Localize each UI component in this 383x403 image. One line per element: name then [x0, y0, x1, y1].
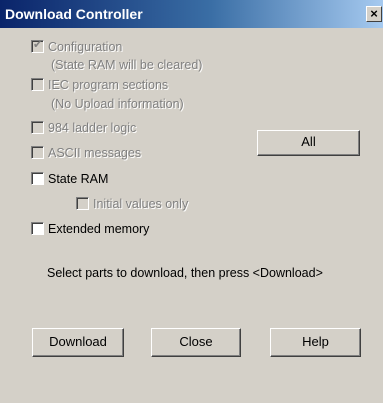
configuration-note: (State RAM will be cleared): [51, 58, 203, 72]
extended-memory-checkbox-box[interactable]: [31, 222, 44, 235]
ascii-messages-checkbox-box[interactable]: [31, 146, 44, 159]
close-button-label: Close: [179, 334, 213, 349]
checkmark-icon: ✔: [33, 39, 43, 51]
ladder-logic-checkbox-box[interactable]: [31, 121, 44, 134]
state-ram-checkbox[interactable]: State RAM: [31, 172, 108, 187]
download-button-label: Download: [49, 334, 107, 349]
initial-values-checkbox[interactable]: Initial values only: [76, 197, 188, 212]
ascii-messages-checkbox[interactable]: ASCII messages: [31, 146, 141, 161]
title-bar[interactable]: Download Controller ×: [0, 0, 383, 28]
iec-sections-label: IEC program sections: [48, 78, 169, 92]
help-button-label: Help: [302, 334, 329, 349]
ascii-messages-label: ASCII messages: [48, 146, 142, 160]
configuration-label: Configuration: [48, 40, 123, 54]
window-title: Download Controller: [5, 6, 143, 22]
all-button-label: All: [301, 134, 316, 149]
iec-sections-checkbox[interactable]: IEC program sections: [31, 78, 168, 93]
state-ram-label: State RAM: [48, 172, 109, 186]
iec-sections-checkbox-box[interactable]: [31, 78, 44, 91]
instruction-text: Select parts to download, then press <Do…: [47, 266, 323, 280]
state-ram-checkbox-box[interactable]: [31, 172, 44, 185]
extended-memory-label: Extended memory: [48, 222, 150, 236]
initial-values-label: Initial values only: [93, 197, 189, 211]
help-button[interactable]: Help: [270, 328, 361, 357]
download-button[interactable]: Download: [32, 328, 124, 357]
close-icon: ×: [370, 6, 378, 21]
all-button[interactable]: All: [257, 130, 360, 156]
initial-values-checkbox-box[interactable]: [76, 197, 89, 210]
ladder-logic-label: 984 ladder logic: [48, 121, 137, 135]
close-button[interactable]: Close: [151, 328, 241, 357]
iec-sections-note: (No Upload information): [51, 97, 184, 111]
extended-memory-checkbox[interactable]: Extended memory: [31, 222, 149, 237]
configuration-checkbox-box[interactable]: ✔: [31, 39, 44, 53]
configuration-checkbox[interactable]: ✔ Configuration: [31, 39, 123, 55]
close-window-button[interactable]: ×: [366, 6, 382, 22]
ladder-logic-checkbox[interactable]: 984 ladder logic: [31, 121, 136, 136]
